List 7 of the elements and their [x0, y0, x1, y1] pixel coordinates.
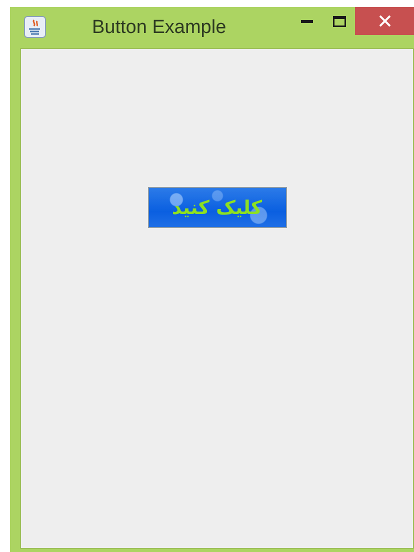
click-button[interactable]: کلیک کنید: [148, 187, 286, 228]
close-icon: [378, 15, 390, 27]
close-button[interactable]: [355, 7, 414, 35]
maximize-icon: [332, 16, 346, 26]
minimize-icon: [301, 19, 313, 23]
coffee-cup-icon[interactable]: [24, 16, 46, 38]
window-title: Button Example: [92, 17, 228, 39]
